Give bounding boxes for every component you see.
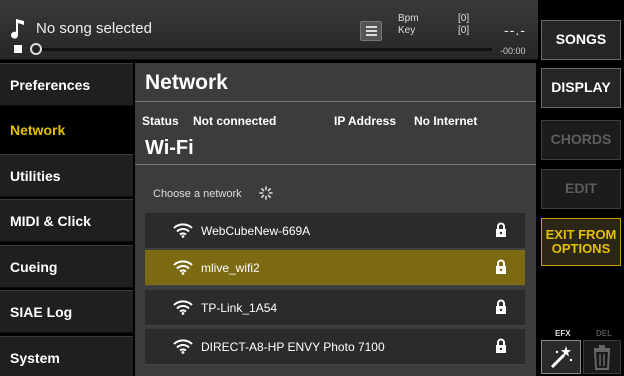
choose-network-label: Choose a network <box>153 188 242 200</box>
network-ssid: WebCubeNew-669A <box>201 224 311 238</box>
title-divider <box>135 101 536 102</box>
sidebar-item-utilities[interactable]: Utilities <box>0 154 133 197</box>
edit-button[interactable]: EDIT <box>541 169 621 209</box>
wifi-icon <box>173 260 193 275</box>
time-remaining: -00:00 <box>500 46 526 56</box>
time-display: --.- <box>504 22 526 38</box>
wifi-icon <box>173 300 193 315</box>
network-ssid: mlive_wifi2 <box>201 261 260 275</box>
status-value: Not connected <box>193 114 277 128</box>
key-label: Key <box>398 25 416 36</box>
lock-icon <box>496 259 506 274</box>
trash-icon <box>593 345 611 370</box>
progress-track[interactable] <box>34 48 492 51</box>
exit-from-options-button[interactable]: EXIT FROM OPTIONS <box>541 218 621 266</box>
progress-knob[interactable] <box>30 43 42 55</box>
songs-button[interactable]: SONGS <box>541 20 621 60</box>
efx-label: EFX <box>555 329 571 338</box>
network-ssid: DIRECT-A8-HP ENVY Photo 7100 <box>201 340 385 354</box>
exit-label-line1: EXIT FROM <box>545 226 617 242</box>
stop-button[interactable] <box>14 45 22 53</box>
ip-address-value: No Internet <box>414 114 478 128</box>
delete-button[interactable] <box>583 340 621 374</box>
wifi-icon <box>173 339 193 354</box>
music-note-icon <box>11 19 24 39</box>
network-row-selected[interactable]: mlive_wifi2 <box>145 250 525 286</box>
exit-label-line2: OPTIONS <box>551 241 611 256</box>
wifi-divider <box>135 164 536 165</box>
magic-wand-icon <box>550 346 573 369</box>
sidebar-item-cueing[interactable]: Cueing <box>0 245 133 288</box>
options-sidebar: Preferences Network Utilities MIDI & Cli… <box>0 63 133 376</box>
lock-icon <box>496 338 506 353</box>
lock-icon <box>496 222 506 237</box>
chords-button[interactable]: CHORDS <box>541 120 621 160</box>
bpm-label: Bpm <box>398 13 419 24</box>
network-row[interactable]: WebCubeNew-669A <box>145 213 525 249</box>
sidebar-item-network[interactable]: Network <box>0 108 133 151</box>
network-panel: Network Status Not connected IP Address … <box>135 63 536 376</box>
player-bar: No song selected Bpm [0] Key [0] --.- -0… <box>0 0 538 60</box>
display-button[interactable]: DISPLAY <box>541 68 621 108</box>
page-title: Network <box>145 71 228 94</box>
del-label: DEL <box>596 329 612 338</box>
key-value: [0] <box>458 25 470 36</box>
song-title: No song selected <box>36 20 152 37</box>
ip-address-label: IP Address <box>334 114 397 128</box>
sidebar-item-midi-click[interactable]: MIDI & Click <box>0 199 133 242</box>
network-row[interactable]: TP-Link_1A54 <box>145 290 525 326</box>
right-button-column: SONGS DISPLAY CHORDS EDIT EXIT FROM OPTI… <box>538 0 624 376</box>
song-list-button[interactable] <box>360 21 382 41</box>
sidebar-item-siae-log[interactable]: SIAE Log <box>0 290 133 333</box>
status-label: Status <box>142 114 179 128</box>
lock-icon <box>496 299 506 314</box>
network-row[interactable]: DIRECT-A8-HP ENVY Photo 7100 <box>145 329 525 365</box>
wifi-icon <box>173 223 193 238</box>
sidebar-item-system[interactable]: System <box>0 336 133 376</box>
network-ssid: TP-Link_1A54 <box>201 301 278 315</box>
sidebar-item-preferences[interactable]: Preferences <box>0 63 133 106</box>
efx-button[interactable] <box>541 340 581 374</box>
loading-spinner-icon <box>259 186 273 200</box>
wifi-section-title: Wi-Fi <box>145 137 194 159</box>
bpm-value: [0] <box>458 13 470 24</box>
